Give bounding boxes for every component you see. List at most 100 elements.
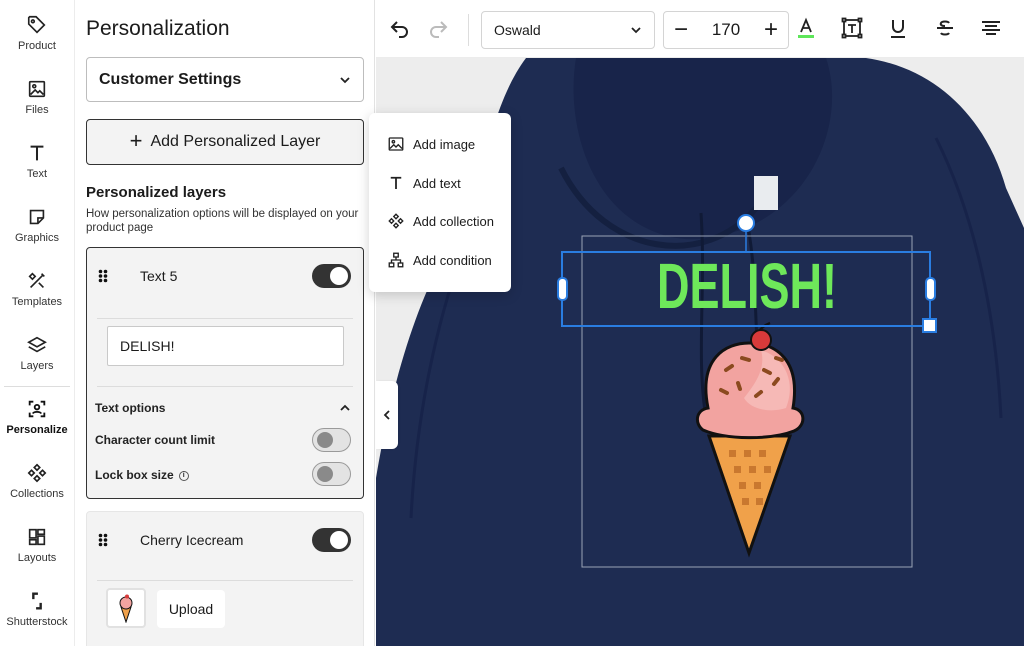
menu-add-condition[interactable]: Add condition	[369, 241, 511, 279]
label-tag	[754, 176, 778, 210]
customer-settings-label: Customer Settings	[99, 70, 242, 88]
panel-title: Personalization	[86, 17, 230, 40]
layout-icon	[28, 528, 46, 546]
layer-thumbnail[interactable]	[106, 588, 146, 628]
chevron-down-icon	[631, 27, 641, 34]
menu-add-text[interactable]: Add text	[369, 164, 511, 202]
layer-visibility-toggle[interactable]	[312, 264, 351, 288]
sticker-icon	[29, 209, 45, 225]
rail-item-text[interactable]: Text	[0, 128, 74, 188]
resize-handle-left	[557, 277, 568, 301]
rail-label: Collections	[10, 488, 64, 500]
rail-label: Files	[25, 104, 49, 116]
resize-handle-corner	[922, 318, 937, 333]
rail-item-layouts[interactable]: Layouts	[0, 512, 74, 572]
font-family-value: Oswald	[494, 22, 541, 38]
chevron-up-icon[interactable]	[339, 402, 351, 414]
tag-icon	[27, 15, 46, 34]
rail-item-product[interactable]: Product	[0, 0, 74, 60]
undo-icon[interactable]	[388, 16, 412, 40]
layer-card-text: Text 5 DELISH! Text options Character co…	[86, 247, 364, 499]
shutterstock-icon	[32, 592, 42, 610]
rotate-handle	[737, 214, 755, 232]
rail-label: Templates	[11, 296, 63, 308]
text-box-icon[interactable]	[840, 16, 864, 40]
rail-item-files[interactable]: Files	[0, 64, 74, 124]
text-icon	[390, 176, 402, 189]
layer-card-image: Cherry Icecream Upload	[86, 511, 364, 646]
tools-icon	[28, 272, 45, 289]
collapse-panel-button[interactable]	[376, 381, 398, 449]
align-center-icon[interactable]	[979, 16, 1003, 40]
font-size-value[interactable]: 170	[712, 20, 740, 40]
info-icon[interactable]: i	[178, 470, 189, 481]
char-count-toggle[interactable]	[312, 428, 351, 452]
rail-item-personalize[interactable]: Personalize	[0, 384, 74, 444]
menu-label: Add text	[413, 175, 461, 191]
card-divider	[97, 580, 353, 581]
layer-name: Text 5	[140, 268, 178, 284]
ice-cream-thumbnail-icon	[119, 594, 133, 623]
rail-label: Shutterstock	[6, 616, 68, 628]
layer-text-value: DELISH!	[120, 338, 175, 354]
increase-size-button[interactable]: +	[764, 18, 778, 42]
text-options-heading: Text options	[95, 401, 166, 415]
resize-handle-right	[925, 277, 936, 301]
layers-description: How personalization options will be disp…	[86, 208, 359, 234]
personalization-panel: Personalization Customer Settings + Add …	[75, 0, 375, 646]
layer-visibility-toggle[interactable]	[312, 528, 351, 552]
rail-item-templates[interactable]: Templates	[0, 256, 74, 316]
add-personalized-layer-button[interactable]: + Add Personalized Layer	[86, 119, 364, 165]
toolbar-divider	[468, 14, 469, 46]
menu-label: Add image	[413, 136, 476, 152]
menu-add-image[interactable]: Add image	[369, 125, 511, 163]
menu-label: Add collection	[413, 213, 494, 229]
rail-item-collections[interactable]: Collections	[0, 448, 74, 508]
lock-box-label: Lock box size	[95, 468, 174, 482]
layers-heading: Personalized layers	[86, 184, 227, 201]
plus-icon: +	[129, 128, 143, 153]
rail-label: Layouts	[17, 552, 57, 564]
image-icon	[28, 80, 46, 98]
canvas-text[interactable]: DELISH!	[657, 250, 837, 322]
customer-settings-dropdown[interactable]: Customer Settings	[86, 57, 364, 102]
rail-label: Personalize	[6, 424, 68, 436]
chevron-down-icon	[340, 76, 350, 83]
card-divider	[97, 318, 353, 319]
layer-name: Cherry Icecream	[140, 532, 244, 548]
text-color-icon[interactable]	[794, 16, 818, 40]
collection-icon	[388, 213, 404, 229]
rail-label: Product	[18, 40, 56, 52]
rail-item-layers[interactable]: Layers	[0, 320, 74, 380]
redo-icon[interactable]	[426, 16, 450, 40]
strikethrough-icon[interactable]	[933, 16, 957, 40]
drag-handle-icon[interactable]	[98, 269, 108, 283]
text-icon	[30, 145, 44, 161]
card-divider	[97, 386, 353, 387]
char-count-label: Character count limit	[95, 433, 216, 447]
add-layer-label: Add Personalized Layer	[150, 133, 321, 150]
add-layer-menu: Add image Add text Add collection Add co…	[369, 113, 511, 292]
text-toolbar: Oswald − 170 +	[376, 0, 1024, 58]
rail-label: Graphics	[14, 232, 60, 244]
rail-label: Layers	[20, 360, 54, 372]
image-icon	[388, 137, 404, 151]
lock-box-row: Lock box size i	[95, 468, 189, 482]
layers-icon	[27, 336, 47, 353]
collection-icon	[27, 463, 47, 483]
rail-item-graphics[interactable]: Graphics	[0, 192, 74, 252]
lock-box-toggle[interactable]	[312, 462, 351, 486]
rail-item-shutterstock[interactable]: Shutterstock	[0, 576, 74, 636]
condition-icon	[388, 252, 404, 268]
underline-icon[interactable]	[886, 16, 910, 40]
chevron-left-icon	[383, 410, 390, 420]
layer-text-input[interactable]: DELISH!	[107, 326, 344, 366]
menu-add-collection[interactable]: Add collection	[369, 202, 511, 240]
font-family-select[interactable]: Oswald	[481, 11, 655, 49]
upload-button[interactable]: Upload	[157, 590, 225, 628]
nav-rail: Product Files Text Graphics Templates La…	[0, 0, 75, 646]
drag-handle-icon[interactable]	[98, 533, 108, 547]
decrease-size-button[interactable]: −	[674, 18, 688, 42]
font-size-stepper: − 170 +	[663, 11, 789, 49]
rail-label: Text	[26, 168, 48, 180]
